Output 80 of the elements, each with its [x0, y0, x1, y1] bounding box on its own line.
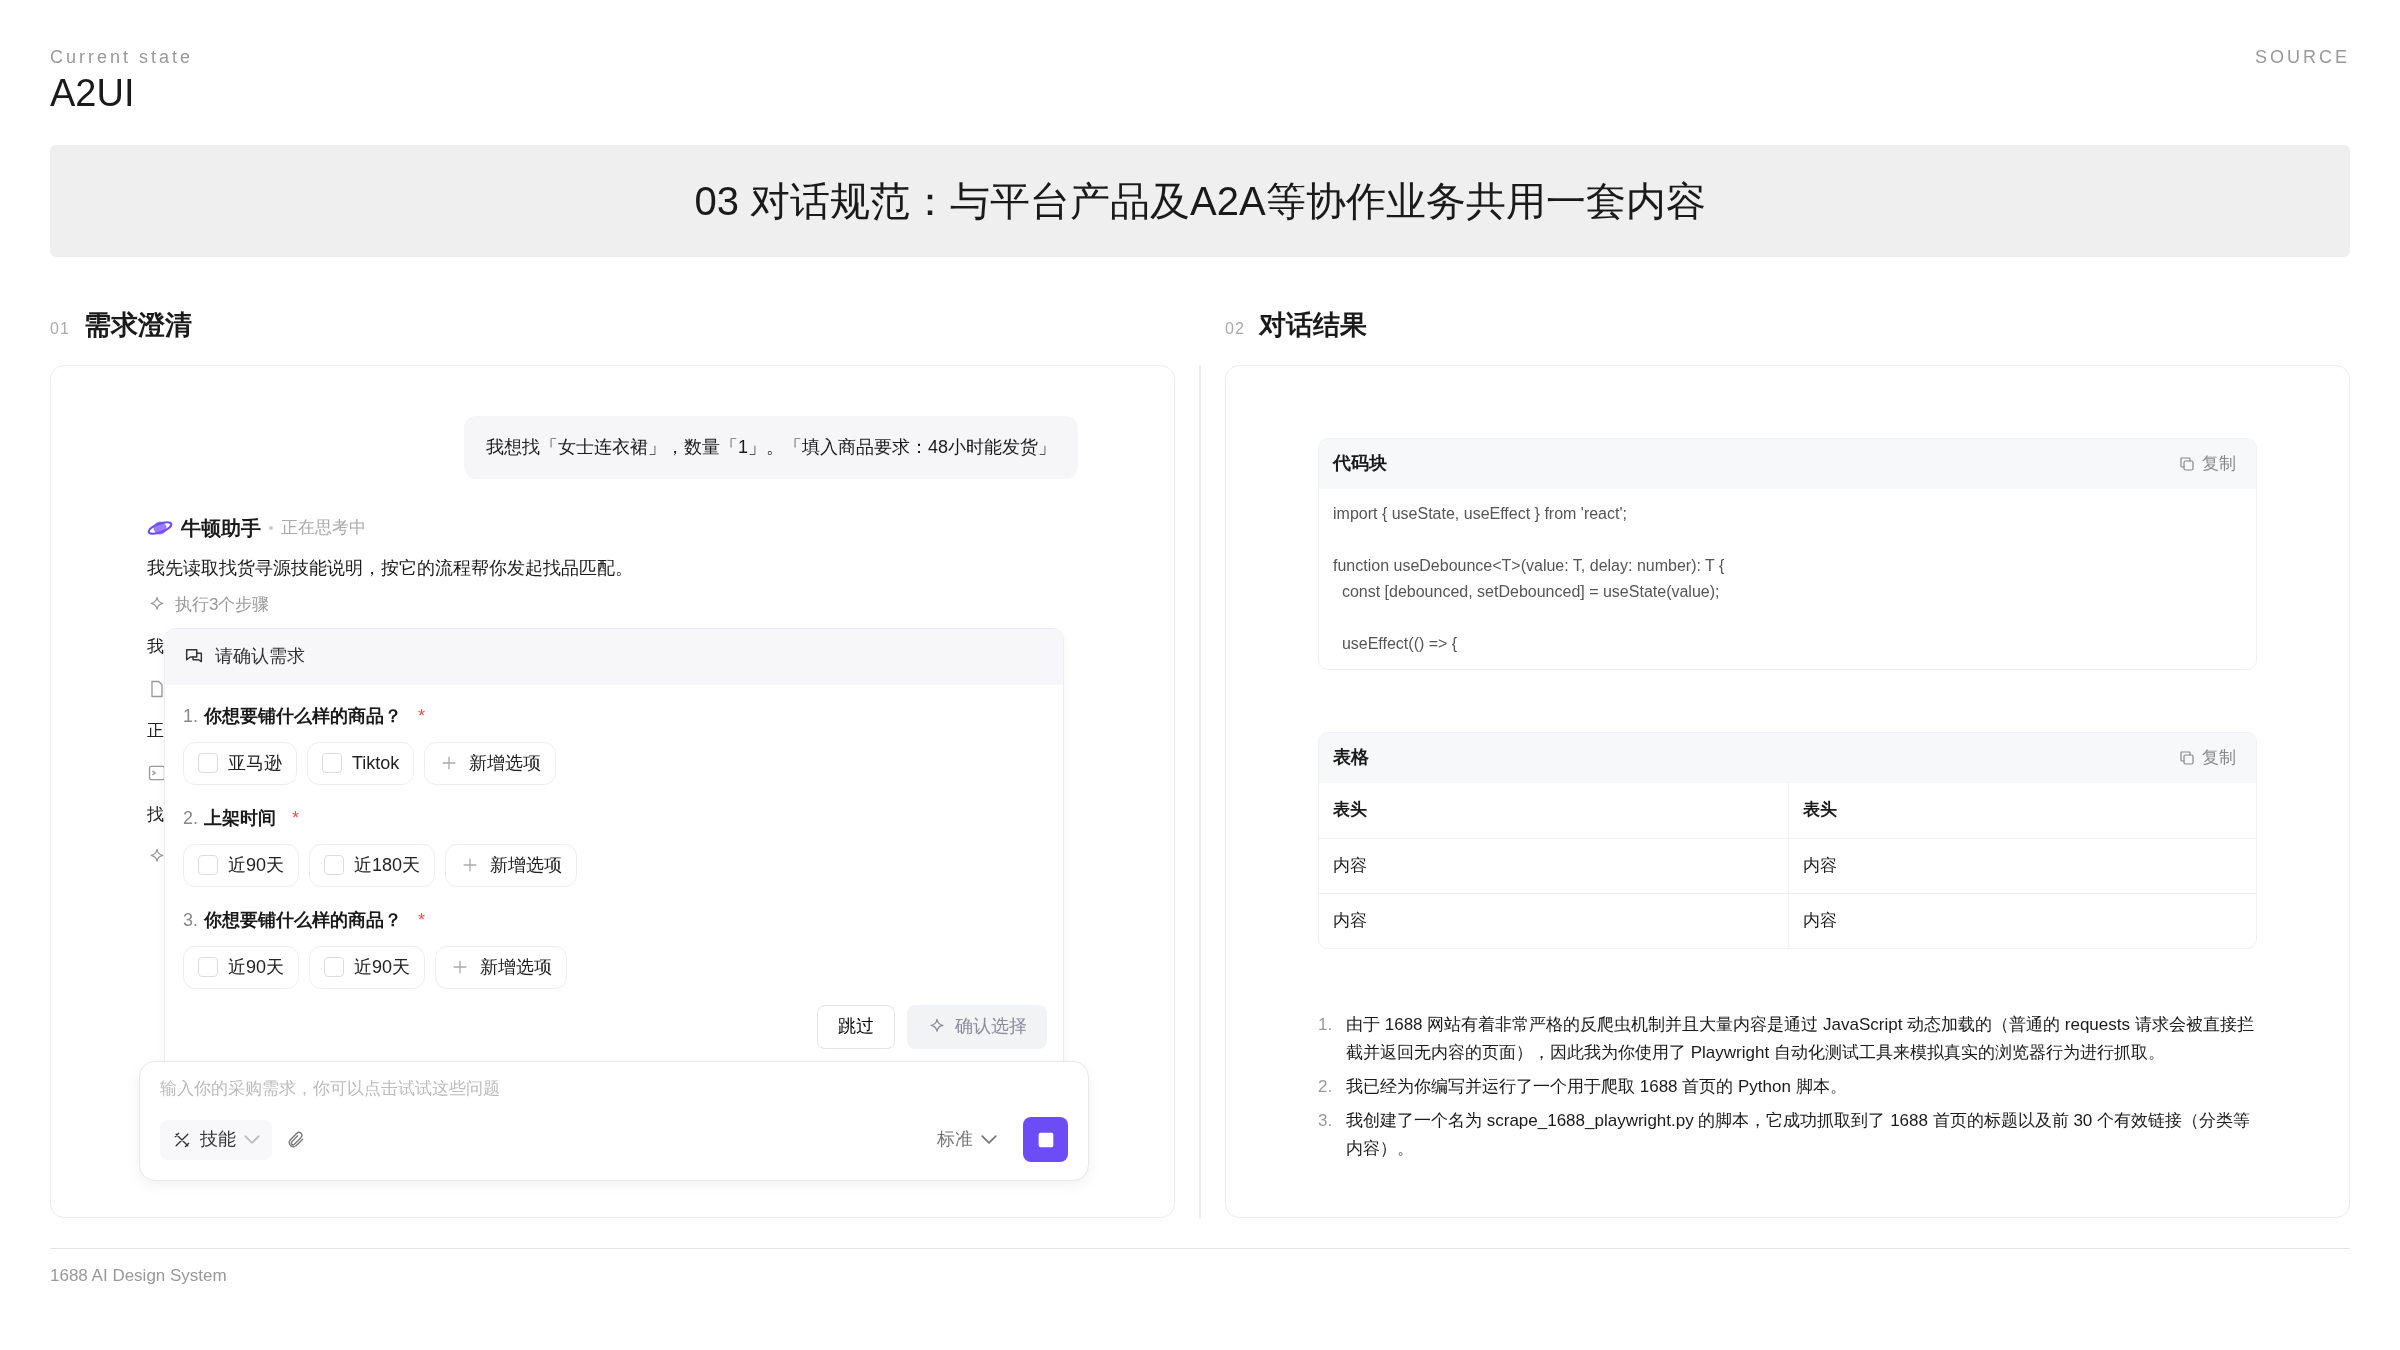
question-text: 上架时间	[204, 806, 276, 830]
page-title: A2UI	[50, 71, 136, 116]
list-number: 1.	[1318, 1013, 1334, 1036]
list-text: 我已经为你编写并运行了一个用于爬取 1688 首页的 Python 脚本。	[1346, 1075, 1847, 1098]
option-chip[interactable]: 近180天	[309, 843, 436, 887]
footer-text: 1688 AI Design System	[50, 1247, 2350, 1289]
question-number: 3.	[183, 908, 198, 932]
required-mark: *	[418, 908, 426, 932]
option-label: 近90天	[354, 955, 411, 979]
add-option-button[interactable]: 新增选项	[435, 945, 568, 989]
code-line: useEffect(() => {	[1340, 633, 1459, 654]
assistant-name: 牛顿助手	[181, 515, 261, 541]
message-text: 找	[147, 803, 164, 826]
assistant-status: 正在思考中	[281, 516, 366, 539]
option-chip[interactable]: 近90天	[183, 945, 300, 989]
option-label: 近180天	[354, 853, 421, 877]
option-chip[interactable]: 近90天	[183, 843, 300, 887]
skills-dropdown[interactable]: 技能	[160, 1119, 272, 1160]
table-cell: 内容	[1319, 892, 1788, 948]
table-cell: 内容	[1319, 837, 1788, 893]
chevron-down-icon	[981, 1135, 997, 1145]
separator-dot	[269, 525, 273, 530]
checkbox[interactable]	[324, 957, 345, 978]
option-chip[interactable]: 亚马逊	[183, 741, 297, 785]
question-number: 2.	[183, 806, 198, 830]
checkbox[interactable]	[198, 855, 218, 876]
option-label: 新增选项	[490, 853, 563, 877]
card-title: 表格	[1333, 746, 1369, 770]
stop-button[interactable]	[1023, 1117, 1068, 1163]
table-cell: 内容	[1787, 837, 2256, 893]
question-text: 你想要铺什么样的商品？	[204, 704, 402, 728]
copy-icon	[2178, 748, 2196, 767]
add-option-button[interactable]: 新增选项	[445, 843, 578, 887]
required-mark: *	[418, 704, 426, 728]
checkbox[interactable]	[198, 753, 218, 774]
mode-dropdown[interactable]: 标准	[931, 1125, 1003, 1155]
section-title: 需求澄清	[83, 308, 192, 342]
option-label: 新增选项	[469, 751, 542, 775]
card-title: 代码块	[1333, 452, 1387, 476]
user-message: 我想找「女士连衣裙」，数量「1」。「填入商品要求：48小时能发货」	[463, 415, 1078, 479]
list-number: 2.	[1318, 1075, 1334, 1098]
message-text: 正	[147, 719, 164, 742]
section-number: 01	[50, 318, 70, 339]
option-label: Tiktok	[352, 751, 400, 775]
code-line: function useDebounce<T>(value: T, delay: number): T {	[1333, 555, 1726, 576]
section-title: 对话结果	[1258, 308, 1367, 342]
option-label: 近90天	[228, 955, 285, 979]
checkbox[interactable]	[322, 753, 342, 774]
question-text: 你想要铺什么样的商品？	[204, 908, 402, 932]
option-label: 亚马逊	[228, 751, 282, 775]
section-number: 02	[1225, 318, 1245, 339]
question-number: 1.	[183, 704, 198, 728]
option-label: 近90天	[228, 853, 285, 877]
table-cell: 内容	[1787, 892, 2256, 948]
copy-icon	[2178, 454, 2196, 473]
list-number: 3.	[1318, 1109, 1334, 1132]
table-header: 表头	[1787, 782, 2256, 838]
step-label: 执行3个步骤	[175, 593, 270, 616]
paperclip-icon[interactable]	[286, 1129, 306, 1150]
option-label: 新增选项	[480, 955, 553, 979]
eyebrow-label: Current state	[50, 46, 194, 69]
option-chip[interactable]: 近90天	[309, 945, 426, 989]
table-header: 表头	[1332, 799, 1368, 822]
banner-title: 03 对话规范：与平台产品及A2A等协作业务共用一套内容	[50, 144, 2350, 257]
assistant-message: 我先读取找货寻源技能说明，按它的流程帮你发起找品匹配。	[147, 556, 634, 580]
chat-input[interactable]: 输入你的采购需求，你可以点击试试这些问题 技能 标准	[139, 1060, 1089, 1181]
required-mark: *	[292, 806, 300, 830]
skip-button[interactable]: 跳过	[817, 1004, 895, 1049]
list-text: 由于 1688 网站有着非常严格的反爬虫机制并且大量内容是通过 JavaScript 动态加载的（普通的 requests 请求会被直接拦截并返回无内容的页面），因此我为你使用了 Playwright 自动化测试工具来模拟真实的浏览器行为进行抓取。	[1346, 1013, 2255, 1064]
source-label: SOURCE	[2255, 46, 2350, 69]
message-text: 我	[147, 635, 164, 658]
option-chip[interactable]: Tiktok	[307, 741, 415, 785]
add-option-button[interactable]: 新增选项	[424, 741, 557, 785]
code-line: const [debounced, setDebounced] = useState(value);	[1340, 581, 1721, 602]
code-line: import { useState, useEffect } from 'react';	[1333, 503, 1628, 524]
checkbox[interactable]	[198, 957, 218, 978]
checkbox[interactable]	[324, 855, 345, 876]
chevron-down-icon	[244, 1135, 260, 1145]
list-text: 我创建了一个名为 scrape_1688_playwright.py 的脚本，它成功抓取到了 1688 首页的标题以及前 30 个有效链接（分类等内容）。	[1346, 1109, 2252, 1160]
card-title: 请确认需求	[215, 645, 305, 669]
